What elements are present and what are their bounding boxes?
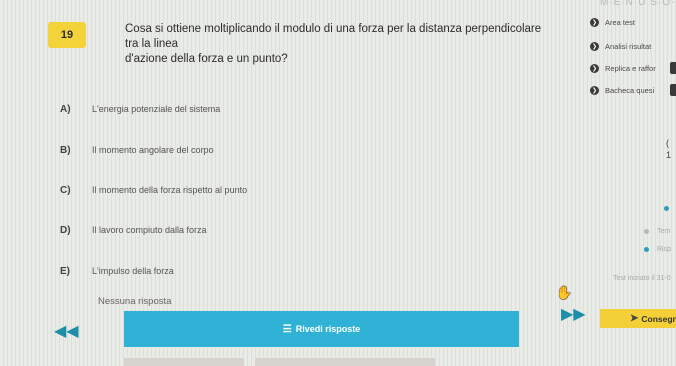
list-icon: ☰: [282, 323, 292, 335]
answer-letter: D): [60, 224, 71, 236]
legend-label: Risp: [657, 246, 672, 253]
chevron-right-icon: ❯: [590, 18, 599, 27]
hand-cursor-icon: ✋: [556, 285, 573, 300]
chevron-right-icon: ❯: [590, 86, 599, 95]
question-text: Cosa si ottiene moltiplicando il modulo …: [125, 22, 545, 67]
next-question-button[interactable]: ▶▶: [561, 304, 586, 324]
chevron-right-icon: ❯: [590, 64, 599, 73]
test-started-text: Test iniziato il 31-0: [613, 275, 671, 282]
edge-mark: 1: [666, 150, 672, 160]
previous-question-button[interactable]: ◀◀: [54, 321, 79, 341]
legend-label: Tem: [657, 228, 671, 235]
question-number-badge: 19: [48, 22, 86, 48]
sidebar-item-replica[interactable]: ❯ Replica e raffor: [590, 64, 656, 73]
sidebar-item-label: Area test: [605, 18, 636, 27]
answer-option-a[interactable]: A) L'energia potenziale del sistema: [60, 101, 220, 117]
send-icon: ➤: [630, 313, 639, 324]
answer-letter: E): [60, 265, 70, 277]
legend-dot-icon: [644, 247, 649, 252]
sidebar-item-analisi-risultati[interactable]: ❯ Analisi risultat: [590, 42, 651, 51]
legend-item-time: Tem: [644, 228, 670, 235]
sidebar-item-bacheca[interactable]: ❯ Bacheca quesi: [590, 86, 654, 95]
review-answers-button[interactable]: ☰ Rivedi risposte: [124, 311, 519, 347]
submit-button[interactable]: ➤ Consegna: [600, 309, 676, 328]
question-text-line-2: d'azione della forza e un punto?: [125, 53, 288, 65]
brand-text: M·E·N·U S·O·D·O·E: [600, 0, 676, 8]
answer-letter: B): [60, 144, 71, 156]
answer-text: Il lavoro compiuto dalla forza: [92, 225, 207, 235]
no-answer-label: Nessuna risposta: [98, 296, 172, 307]
answer-option-c[interactable]: C) Il momento della forza rispetto al pu…: [60, 182, 247, 198]
answer-option-d[interactable]: D) Il lavoro compiuto dalla forza: [60, 222, 207, 238]
sidebar-item-label: Analisi risultat: [605, 42, 652, 51]
answer-text: L'impulso della forza: [92, 266, 174, 276]
panel-edge-tab[interactable]: [670, 62, 676, 74]
chevron-right-icon: ❯: [590, 42, 599, 51]
sidebar-item-label: Replica e raffor: [605, 64, 656, 73]
answer-text: Il momento della forza rispetto al punto: [92, 185, 248, 195]
bottom-divider: [124, 358, 244, 366]
sidebar-item-label: Bacheca quesi: [605, 86, 655, 95]
review-answers-label: Rivedi risposte: [295, 324, 361, 334]
status-dot-icon: [664, 206, 669, 211]
panel-edge-tab[interactable]: [670, 84, 676, 96]
question-text-line-1: Cosa si ottiene moltiplicando il modulo …: [125, 23, 542, 50]
edge-mark: (: [666, 138, 669, 148]
bottom-divider: [255, 358, 435, 366]
answer-letter: A): [60, 103, 71, 115]
answer-text: L'energia potenziale del sistema: [92, 104, 221, 114]
answer-option-b[interactable]: B) Il momento angolare del corpo: [60, 142, 214, 158]
sidebar-item-area-test[interactable]: ❯ Area test: [590, 18, 635, 27]
submit-label: Consegna: [641, 313, 676, 324]
answer-text: Il momento angolare del corpo: [92, 145, 214, 155]
legend-dot-icon: [644, 229, 649, 234]
legend-item-answers: Risp: [644, 246, 671, 253]
answer-option-e[interactable]: E) L'impulso della forza: [60, 263, 174, 279]
quiz-page: M·E·N·U S·O·D·O·E 19 Cosa si ottiene mol…: [0, 0, 676, 366]
answer-letter: C): [60, 184, 71, 196]
